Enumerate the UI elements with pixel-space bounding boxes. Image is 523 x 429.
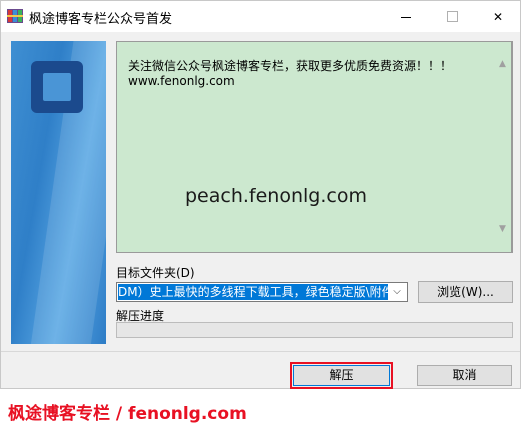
- destination-label: 目标文件夹(D): [116, 266, 195, 280]
- vertical-scrollbar[interactable]: ▲ ▼: [494, 42, 511, 252]
- archive-icon: [7, 9, 23, 23]
- extractor-window: 枫途博客专栏公众号首发 ✕ 关注微信公众号枫途博客专栏，获取更多优质免费资源！！…: [0, 0, 521, 389]
- chevron-down-icon[interactable]: ⌵: [390, 285, 404, 299]
- maximize-button: [429, 1, 475, 32]
- footer-watermark: 枫途博客专栏 / fenonlg.com: [8, 404, 247, 424]
- extract-button[interactable]: 解压: [290, 362, 393, 389]
- close-icon: ✕: [492, 9, 504, 24]
- cancel-button[interactable]: 取消: [417, 365, 512, 386]
- logo-icon: [31, 61, 83, 113]
- divider: [1, 351, 520, 352]
- logo-inner: [43, 73, 71, 101]
- minimize-button[interactable]: [383, 1, 429, 32]
- scroll-down-icon[interactable]: ▼: [494, 221, 511, 238]
- side-banner-image: [11, 41, 106, 344]
- message-watermark: peach.fenonlg.com: [185, 185, 367, 207]
- destination-combobox[interactable]: DM）史上最快的多线程下载工具，绿色稳定版\附件 ⌵: [116, 282, 408, 302]
- scroll-up-icon[interactable]: ▲: [494, 56, 511, 73]
- destination-value: DM）史上最快的多线程下载工具，绿色稳定版\附件: [118, 284, 388, 300]
- message-line-2: www.fenonlg.com: [128, 74, 235, 88]
- close-button[interactable]: ✕: [475, 1, 521, 32]
- browse-button[interactable]: 浏览(W)...: [418, 281, 513, 303]
- extract-progress-bar: [116, 322, 513, 338]
- maximize-icon: [446, 11, 458, 22]
- message-textbox[interactable]: 关注微信公众号枫途博客专栏，获取更多优质免费资源！！！ www.fenonlg.…: [116, 41, 513, 253]
- message-line-1: 关注微信公众号枫途博客专栏，获取更多优质免费资源！！！: [128, 59, 453, 73]
- title-bar: 枫途博客专栏公众号首发 ✕: [1, 1, 520, 32]
- window-title: 枫途博客专栏公众号首发: [29, 12, 173, 27]
- minimize-icon: [401, 17, 411, 18]
